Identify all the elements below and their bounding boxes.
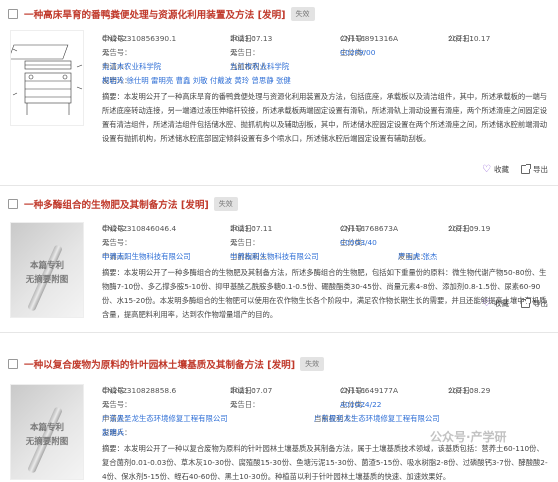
- patent-abstract: 摘要：本发明公开了一种多酶组合的生物肥及其制备方法，所述多酶组合的生物肥，包括如…: [102, 266, 548, 322]
- current-owner-link[interactable]: 中界南阳生物科技有限公司: [230, 250, 319, 264]
- no-drawing-line1: 本篇专利: [29, 261, 64, 271]
- current-owner-link[interactable]: 九江市农业科学院: [230, 60, 289, 74]
- ann-no: 无: [102, 238, 110, 247]
- abstract-text: 本发明公开了一种多酶组合的生物肥及其制备方法，所述多酶组合的生物肥，包括如下重量…: [102, 268, 547, 319]
- pub-date: 2023.08.29: [448, 386, 491, 395]
- patent-title-link[interactable]: 一种多酶组合的生物肥及其制备方法 [发明]: [24, 197, 209, 211]
- pub-date: 2023.10.17: [448, 34, 491, 43]
- ann-no: 无: [102, 48, 110, 57]
- heart-icon: ♡: [482, 297, 491, 309]
- export-label: 导出: [533, 165, 548, 174]
- card-actions: ♡ 收藏 导出: [482, 298, 548, 309]
- status-badge: 失效: [300, 357, 325, 371]
- applicant-link[interactable]: 中界南阳生物科技有限公司: [102, 250, 191, 264]
- app-date: 2023.07.13: [230, 34, 273, 43]
- select-checkbox[interactable]: [8, 9, 18, 19]
- inventor-links[interactable]: 柯岩玲 徐仕明 雷明亮 曹鑫 刘敬 付戴波 黄玲 曾思静 张健: [102, 74, 291, 88]
- no-drawing-thumbnail[interactable]: 本篇专利 无摘要附图: [10, 384, 84, 480]
- patent-title-row: 一种多酶组合的生物肥及其制备方法 [发明] 失效: [8, 196, 238, 212]
- ann-date: 无: [230, 238, 238, 247]
- patent-abstract: 摘要：本发明公开了一种以复合废物为原料的针叶园林土壤基质及其制备方法，属于土壤基…: [102, 442, 548, 482]
- export-icon: [521, 298, 531, 308]
- export-icon: [521, 164, 531, 174]
- card-divider: [0, 332, 558, 333]
- patent-title-link[interactable]: 一种高床旱育的番鸭粪便处理与资源化利用装置及方法 [发明]: [24, 7, 286, 21]
- main-class-link[interactable]: C05G3/40: [340, 236, 377, 250]
- app-no: CN202310856390.1: [102, 34, 177, 43]
- collect-label: 收藏: [494, 165, 509, 174]
- app-no: CN202310828858.6: [102, 386, 177, 395]
- ann-date: 无: [230, 48, 238, 57]
- ann-no: 无: [102, 400, 110, 409]
- inventor-links[interactable]: 彭建兵: [102, 426, 124, 440]
- select-checkbox[interactable]: [8, 359, 18, 369]
- app-date: 2023.07.07: [230, 386, 273, 395]
- collect-button[interactable]: ♡ 收藏: [482, 164, 509, 175]
- no-drawing-line2: 无摘要附图: [25, 437, 69, 447]
- pub-no: CN116649177A: [340, 386, 399, 395]
- main-class-link[interactable]: A01G24/22: [340, 398, 382, 412]
- patent-card: 一种以复合废物为原料的针叶园林土壤基质及其制备方法 [发明] 失效 本篇专利 无…: [0, 334, 558, 482]
- patent-card: 一种高床旱育的番鸭粪便处理与资源化利用装置及方法 [发明] 失效 申请号： CN2…: [0, 0, 558, 184]
- patent-title-row: 一种以复合废物为原料的针叶园林土壤基质及其制备方法 [发明] 失效: [8, 356, 325, 372]
- abstract-text: 本发明公开了一种以复合废物为原料的针叶园林土壤基质及其制备方法，属于土壤基质技术…: [102, 444, 548, 481]
- patent-card: 一种多酶组合的生物肥及其制备方法 [发明] 失效 本篇专利 无摘要附图 申请号：…: [0, 188, 558, 330]
- card-actions: ♡ 收藏 导出: [482, 164, 548, 175]
- no-drawing-thumbnail[interactable]: 本篇专利 无摘要附图: [10, 222, 84, 318]
- export-label: 导出: [533, 299, 548, 308]
- select-checkbox[interactable]: [8, 199, 18, 209]
- applicant-link[interactable]: 广东曼圣龙生态环境修复工程有限公司: [102, 412, 228, 426]
- pub-no: CN116891316A: [340, 34, 399, 43]
- pub-date: 2023.09.19: [448, 224, 491, 233]
- pub-no: CN116768673A: [340, 224, 399, 233]
- watermark-text: 公众号·产学研: [430, 430, 507, 444]
- app-date: 2023.07.11: [230, 224, 273, 233]
- collect-label: 收藏: [494, 299, 509, 308]
- applicant-link[interactable]: 九江市农业科学院: [102, 60, 161, 74]
- current-owner-link[interactable]: 广东曼圣龙生态环境修复工程有限公司: [314, 412, 440, 426]
- status-badge: 失效: [213, 197, 238, 211]
- inventor-links[interactable]: 严玉虎 张杰: [398, 250, 437, 264]
- no-drawing-line2: 无摘要附图: [25, 275, 69, 285]
- patent-title-row: 一种高床旱育的番鸭粪便处理与资源化利用装置及方法 [发明] 失效: [8, 6, 315, 22]
- no-drawing-line1: 本篇专利: [29, 423, 64, 433]
- status-badge: 失效: [290, 7, 315, 21]
- abstract-label: 摘要：: [102, 268, 124, 277]
- patent-drawing-thumbnail[interactable]: [10, 30, 84, 126]
- ann-date: 无: [230, 400, 238, 409]
- collect-button[interactable]: ♡ 收藏: [482, 298, 509, 309]
- abstract-label: 摘要：: [102, 444, 124, 453]
- export-button[interactable]: 导出: [521, 298, 548, 309]
- patent-abstract: 摘要：本发明公开了一种高床旱育的番鸭粪便处理与资源化利用装置及方法，包括底座，承…: [102, 90, 548, 146]
- heart-icon: ♡: [482, 163, 491, 175]
- card-divider: [0, 185, 558, 186]
- export-button[interactable]: 导出: [521, 164, 548, 175]
- abstract-label: 摘要：: [102, 92, 124, 101]
- main-class-link[interactable]: C02F9/00: [340, 46, 375, 60]
- app-no: CN202310846046.4: [102, 224, 177, 233]
- abstract-text: 本发明公开了一种高床旱育的番鸭粪便处理与资源化利用装置及方法，包括底座，承载板以…: [102, 92, 548, 143]
- patent-title-link[interactable]: 一种以复合废物为原料的针叶园林土壤基质及其制备方法 [发明]: [24, 357, 295, 371]
